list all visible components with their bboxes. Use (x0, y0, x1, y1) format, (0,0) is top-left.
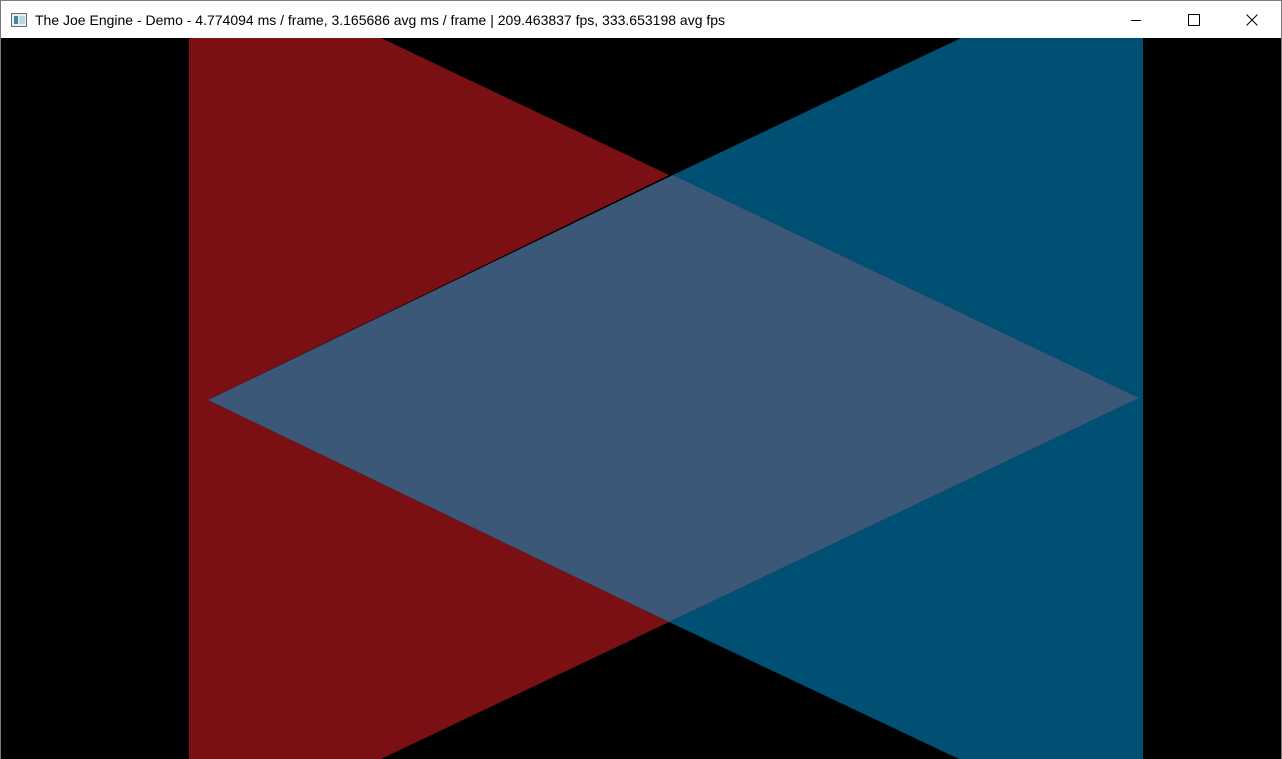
caption-buttons (1107, 1, 1281, 38)
app-window: The Joe Engine - Demo - 4.774094 ms / fr… (0, 0, 1282, 759)
close-button[interactable] (1223, 1, 1281, 38)
app-window-icon (11, 12, 27, 27)
minimize-icon (1131, 19, 1141, 21)
maximize-button[interactable] (1165, 1, 1223, 38)
title-bar[interactable]: The Joe Engine - Demo - 4.774094 ms / fr… (1, 1, 1281, 38)
maximize-icon (1188, 13, 1200, 26)
window-title: The Joe Engine - Demo - 4.774094 ms / fr… (35, 11, 726, 28)
minimize-button[interactable] (1107, 1, 1165, 38)
render-viewport[interactable] (1, 38, 1281, 759)
close-icon (1246, 13, 1258, 26)
scene-canvas (1, 38, 1281, 759)
